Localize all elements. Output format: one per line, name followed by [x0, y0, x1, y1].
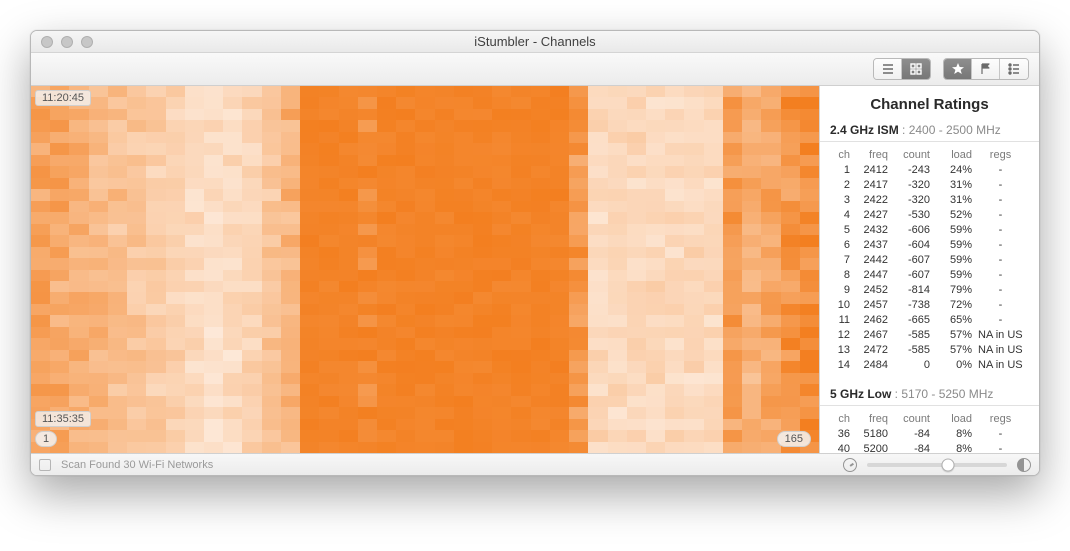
- view-mode-segment: [873, 58, 931, 80]
- content-area: 11:20:45 11:35:35 1 165 Channel Ratings …: [31, 86, 1039, 453]
- status-bar: Scan Found 30 Wi-Fi Networks: [31, 453, 1039, 475]
- table-row[interactable]: 14248400%NA in US: [830, 358, 1029, 373]
- favorites-button[interactable]: [944, 59, 972, 79]
- star-icon: [951, 62, 965, 76]
- view-list-button[interactable]: [874, 59, 902, 79]
- list-icon: [881, 62, 895, 76]
- table-row[interactable]: 112462-66565%-: [830, 313, 1029, 328]
- toolbar: [31, 53, 1039, 86]
- time-end-label: 11:35:35: [35, 411, 91, 427]
- view-grid-button[interactable]: [902, 59, 930, 79]
- table-row[interactable]: 42427-53052%-: [830, 208, 1029, 223]
- ratings-table: chfreqcountloadregs365180-848%-405200-84…: [830, 412, 1029, 453]
- table-row[interactable]: 132472-58557%NA in US: [830, 343, 1029, 358]
- x-end-badge: 165: [777, 431, 811, 447]
- details-button[interactable]: [1000, 59, 1028, 79]
- table-row[interactable]: 72442-60759%-: [830, 253, 1029, 268]
- heatmap-canvas: [31, 86, 819, 453]
- channel-heatmap[interactable]: 11:20:45 11:35:35 1 165: [31, 86, 819, 453]
- refresh-interval-slider[interactable]: [867, 463, 1007, 467]
- time-start-label: 11:20:45: [35, 90, 91, 106]
- table-row[interactable]: 122467-58557%NA in US: [830, 328, 1029, 343]
- stop-scan-icon[interactable]: [39, 459, 51, 471]
- table-row[interactable]: 62437-60459%-: [830, 238, 1029, 253]
- table-row[interactable]: 405200-848%-: [830, 442, 1029, 453]
- table-row[interactable]: 92452-81479%-: [830, 283, 1029, 298]
- app-window: iStumbler - Channels: [30, 30, 1040, 476]
- status-message: Scan Found 30 Wi-Fi Networks: [61, 459, 213, 471]
- ratings-panel: Channel Ratings 2.4 GHz ISM : 2400 - 250…: [819, 86, 1039, 453]
- window-title: iStumbler - Channels: [31, 34, 1039, 49]
- table-row[interactable]: 102457-73872%-: [830, 298, 1029, 313]
- table-row[interactable]: 32422-32031%-: [830, 193, 1029, 208]
- lines-icon: [1007, 62, 1021, 76]
- table-row[interactable]: 365180-848%-: [830, 427, 1029, 442]
- flag-icon: [979, 62, 993, 76]
- ratings-table: chfreqcountloadregs12412-24324%-22417-32…: [830, 148, 1029, 373]
- titlebar: iStumbler - Channels: [31, 31, 1039, 53]
- band-title: 5 GHz Low : 5170 - 5250 MHz: [830, 387, 1029, 401]
- grid-icon: [909, 62, 923, 76]
- clock-icon[interactable]: [843, 458, 857, 472]
- table-row[interactable]: 82447-60759%-: [830, 268, 1029, 283]
- contrast-icon[interactable]: [1017, 458, 1031, 472]
- filter-segment: [943, 58, 1029, 80]
- table-row[interactable]: 52432-60659%-: [830, 223, 1029, 238]
- table-row[interactable]: 12412-24324%-: [830, 163, 1029, 178]
- flag-button[interactable]: [972, 59, 1000, 79]
- table-row[interactable]: 22417-32031%-: [830, 178, 1029, 193]
- slider-thumb[interactable]: [942, 458, 955, 471]
- ratings-title: Channel Ratings: [830, 96, 1029, 113]
- x-start-badge: 1: [35, 431, 57, 447]
- band-title: 2.4 GHz ISM : 2400 - 2500 MHz: [830, 123, 1029, 137]
